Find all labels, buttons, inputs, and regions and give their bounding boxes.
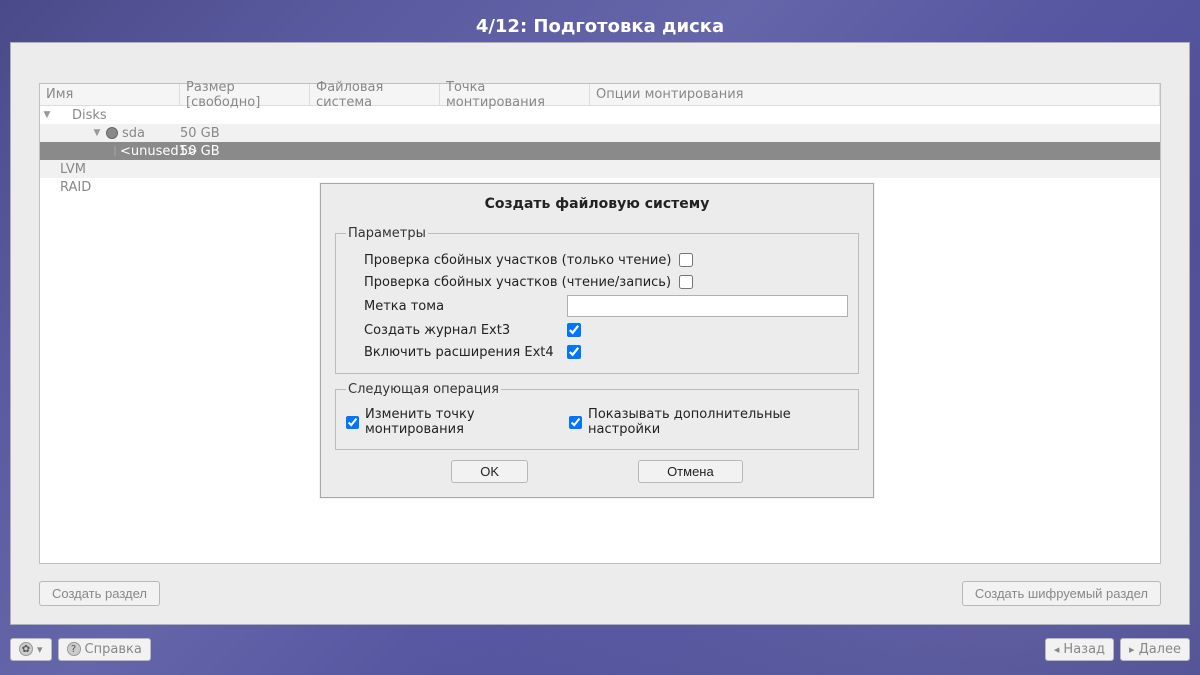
expand-icon[interactable]: ▼: [92, 128, 102, 138]
tree-node-unused1[interactable]: <unused1> 50 GB: [40, 142, 1160, 160]
tree-label: LVM: [40, 162, 86, 177]
chevron-down-icon: ▾: [37, 643, 43, 656]
create-encrypted-partition-button[interactable]: Создать шифруемый раздел: [962, 581, 1161, 606]
opt-ext3-journal: Создать журнал Ext3: [346, 319, 848, 341]
create-fs-dialog: Создать файловую систему Параметры Прове…: [320, 183, 874, 498]
ext4-ext-label: Включить расширения Ext4: [364, 345, 559, 360]
help-button[interactable]: ? Справка: [58, 638, 151, 661]
dialog-buttons: OK Отмена: [335, 460, 859, 483]
check-rw-label: Проверка сбойных участков (чтение/запись…: [364, 275, 671, 290]
tree-size: 50 GB: [180, 126, 310, 141]
expand-icon[interactable]: ▼: [42, 110, 52, 120]
next-op-legend: Следующая операция: [346, 382, 501, 397]
col-mount[interactable]: Точка монтирования: [440, 84, 590, 105]
ext3-journal-checkbox[interactable]: [567, 323, 581, 337]
panel-bottom-buttons: Создать раздел Создать шифруемый раздел: [39, 581, 1161, 606]
col-fs[interactable]: Файловая система: [310, 84, 440, 105]
gear-icon: ✿: [19, 642, 33, 656]
col-opts[interactable]: Опции монтирования: [590, 84, 1160, 105]
params-fieldset: Параметры Проверка сбойных участков (тол…: [335, 226, 859, 374]
cancel-button[interactable]: Отмена: [638, 460, 743, 483]
tree-node-sda[interactable]: ▼ sda 50 GB: [40, 124, 1160, 142]
help-label: Справка: [85, 642, 142, 657]
chevron-right-icon: ▸: [1129, 643, 1135, 656]
next-button[interactable]: ▸ Далее: [1120, 638, 1190, 661]
wizard-toolbar: ✿ ▾ ? Справка ◂ Назад ▸ Далее: [10, 633, 1190, 665]
page-title: 4/12: Подготовка диска: [0, 0, 1200, 47]
tree-header: Имя Размер [свободно] Файловая система Т…: [40, 84, 1160, 106]
opt-check-ro: Проверка сбойных участков (только чтение…: [346, 249, 848, 271]
check-ro-label: Проверка сбойных участков (только чтение…: [364, 253, 671, 268]
show-advanced-label: Показывать дополнительные настройки: [588, 407, 848, 437]
opt-ext4-ext: Включить расширения Ext4: [346, 341, 848, 363]
tree-size: 50 GB: [180, 144, 310, 159]
tree-label: RAID: [40, 180, 91, 195]
partition-icon: [114, 146, 116, 156]
help-icon: ?: [67, 642, 81, 656]
menu-button[interactable]: ✿ ▾: [10, 638, 52, 661]
next-op-fieldset: Следующая операция Изменить точку монтир…: [335, 382, 859, 450]
change-mount-label: Изменить точку монтирования: [365, 407, 563, 437]
volume-label-input[interactable]: [567, 295, 848, 317]
volume-label-label: Метка тома: [364, 299, 559, 314]
create-partition-button[interactable]: Создать раздел: [39, 581, 160, 606]
check-ro-checkbox[interactable]: [679, 253, 693, 267]
show-advanced-checkbox[interactable]: [569, 416, 582, 429]
check-rw-checkbox[interactable]: [679, 275, 693, 289]
change-mount-checkbox[interactable]: [346, 416, 359, 429]
chevron-left-icon: ◂: [1054, 643, 1060, 656]
opt-check-rw: Проверка сбойных участков (чтение/запись…: [346, 271, 848, 293]
ext4-ext-checkbox[interactable]: [567, 345, 581, 359]
next-label: Далее: [1139, 642, 1181, 657]
ok-button[interactable]: OK: [451, 460, 528, 483]
disk-icon: [106, 127, 118, 139]
ext3-journal-label: Создать журнал Ext3: [364, 323, 559, 338]
tree-node-lvm[interactable]: LVM: [40, 160, 1160, 178]
col-size[interactable]: Размер [свободно]: [180, 84, 310, 105]
back-label: Назад: [1063, 642, 1105, 657]
back-button[interactable]: ◂ Назад: [1045, 638, 1114, 661]
params-legend: Параметры: [346, 226, 428, 241]
dialog-title: Создать файловую систему: [335, 196, 859, 212]
tree-label: sda: [122, 126, 145, 141]
next-op-row: Изменить точку монтирования Показывать д…: [346, 405, 848, 439]
opt-volume-label: Метка тома: [346, 293, 848, 319]
tree-label: Disks: [52, 108, 107, 123]
col-name[interactable]: Имя: [40, 84, 180, 105]
